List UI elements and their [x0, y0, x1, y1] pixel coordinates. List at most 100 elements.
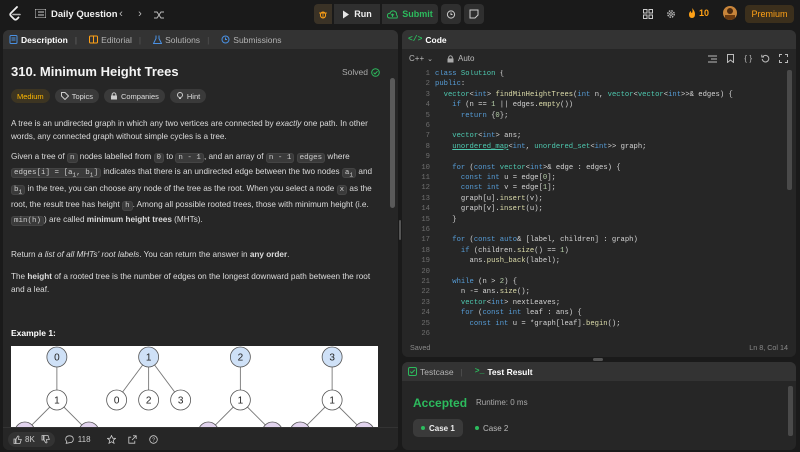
expand-icon[interactable]	[779, 54, 788, 63]
subscript: i	[18, 188, 23, 195]
tree-root-node: 1	[138, 346, 160, 368]
tab-submissions[interactable]: Submissions	[215, 30, 287, 49]
tab-testcase[interactable]: Testcase |	[402, 362, 469, 381]
pass-dot-icon	[421, 426, 425, 430]
example-trees-svg: 0123102321033102	[15, 346, 374, 427]
share-icon[interactable]	[127, 434, 137, 444]
chevron-right-icon[interactable]: ›	[135, 8, 145, 20]
notes-button[interactable]	[464, 4, 484, 24]
tab-editorial[interactable]: Editorial |	[83, 30, 147, 49]
line-number: 7	[425, 132, 430, 141]
code-editor[interactable]: 1 2 3 4 5 6 7 8 9 10 11 12 13 14 15 16 17 18 19 20 21 22 23 24 2…	[402, 70, 786, 340]
tab-test-result-label: Test Result	[487, 366, 533, 377]
code-line: return {0};	[460, 111, 509, 120]
companies-chip[interactable]: Companies	[103, 89, 165, 103]
premium-button[interactable]: Premium	[745, 5, 794, 23]
streak-count: 10	[699, 8, 710, 18]
tab-solutions[interactable]: Solutions |	[147, 30, 215, 49]
text: edges[i] = [a	[14, 169, 73, 177]
document-icon	[9, 35, 18, 44]
paragraph-return: Return a list of all MHTs' root labels. …	[11, 248, 381, 261]
run-button[interactable]: Run	[334, 4, 380, 24]
user-avatar[interactable]	[723, 6, 737, 20]
case-1-label: Case 1	[429, 423, 455, 433]
alarm-clock-icon	[446, 10, 456, 19]
code-scrollbar[interactable]	[787, 70, 792, 190]
problem-list-icon[interactable]	[35, 9, 46, 18]
reset-icon[interactable]	[761, 54, 770, 63]
thumbs-down-icon[interactable]	[41, 434, 50, 444]
emphasis: MHTs'	[76, 250, 100, 259]
shuffle-icon[interactable]	[154, 9, 164, 21]
language-label: C++	[409, 54, 425, 63]
topics-chip[interactable]: Topics	[54, 89, 99, 103]
tab-editorial-label: Editorial	[101, 34, 132, 45]
case-1-tab[interactable]: Case 1	[413, 419, 463, 437]
submit-label: Submit	[402, 9, 433, 19]
help-icon[interactable]: ?	[148, 434, 158, 444]
leetcode-logo-icon[interactable]	[8, 6, 22, 22]
comment-count: 118	[77, 434, 91, 444]
code-line: for (const auto& [label, children] : gra…	[452, 236, 638, 245]
description-scrollbar[interactable]	[390, 78, 395, 208]
autocomplete-mode[interactable]: Auto	[447, 54, 474, 63]
line-number: 13	[421, 194, 430, 203]
text: A tree is an undirected graph in which a…	[11, 119, 276, 128]
description-tabbar: Description | Editorial | Solutions | Submi…	[3, 30, 398, 49]
tab-test-result[interactable]: >_ Test Result	[469, 362, 539, 381]
comments-button[interactable]: 118	[65, 435, 91, 444]
text: nodes labelled from	[77, 152, 154, 161]
bold-text: height	[27, 272, 52, 281]
line-number: 17	[421, 236, 430, 245]
tab-description[interactable]: Description |	[3, 30, 83, 49]
bug-icon	[319, 11, 327, 19]
cursor-position: Ln 8, Col 14	[749, 342, 788, 352]
svg-text:1: 1	[54, 396, 60, 407]
problem-description: 310. Minimum Height Trees Solved Medium …	[3, 49, 390, 427]
line-number: 21	[421, 278, 430, 286]
problem-title[interactable]: 310. Minimum Height Trees	[11, 64, 179, 79]
line-number: 2	[425, 80, 430, 89]
layout-grid-icon[interactable]	[643, 9, 653, 19]
line-number: 19	[421, 257, 430, 266]
editor-statusbar: Saved Ln 8, Col 14	[402, 337, 796, 357]
inline-code: h	[122, 201, 133, 211]
timer-button[interactable]	[441, 4, 461, 24]
tree-root-node: 3	[321, 346, 343, 368]
vertical-resize-handle[interactable]	[593, 358, 603, 361]
text: .	[287, 250, 290, 259]
code-line: vector<int> findMinHeightTrees(int n, ve…	[443, 90, 733, 99]
code-editor-panel: </> Code C++ ⌄ Auto { } 1 2 3 4 5 6 7 8 9 10 11 12 1…	[402, 30, 796, 357]
tree-root-node: 0	[46, 346, 68, 368]
thumbs-up-icon[interactable]	[13, 435, 22, 444]
submit-button[interactable]: Submit	[382, 4, 438, 24]
test-scrollbar[interactable]	[788, 386, 793, 436]
braces-icon[interactable]: { }	[744, 54, 752, 63]
run-label: Run	[354, 9, 372, 19]
star-icon[interactable]	[106, 434, 116, 444]
chevron-left-icon[interactable]: ‹	[116, 8, 126, 20]
daily-question-link[interactable]: Daily Question	[51, 9, 118, 20]
tab-code[interactable]: </> Code	[402, 30, 453, 49]
bookmark-icon[interactable]	[726, 54, 735, 63]
tree-node: 1	[46, 389, 68, 411]
chevron-down-icon: ⌄	[427, 55, 433, 63]
code-line: const int v = edge[1];	[460, 184, 556, 193]
hint-chip[interactable]: Hint	[169, 89, 207, 103]
code-line: if (n == 1 || edges.empty())	[452, 101, 574, 110]
editor-toolbar: C++ ⌄ Auto { }	[402, 49, 796, 68]
inline-code: ai	[341, 168, 357, 179]
settings-gear-icon[interactable]	[666, 9, 676, 19]
code-line: while (n > 2) {	[452, 278, 518, 286]
code-line: unordered_map<int, unordered_set<int>> g…	[452, 142, 647, 151]
tree-leaf-node: 0	[106, 389, 128, 411]
debug-button[interactable]	[314, 4, 332, 24]
line-number: 23	[421, 298, 430, 307]
streak-counter[interactable]: 10	[688, 8, 709, 18]
case-2-tab[interactable]: Case 2	[467, 419, 516, 437]
svg-text:3: 3	[329, 353, 335, 364]
text: Given a tree of	[11, 152, 67, 161]
format-icon[interactable]	[708, 55, 718, 63]
language-selector[interactable]: C++ ⌄	[409, 54, 433, 63]
code-line: }	[435, 215, 457, 224]
